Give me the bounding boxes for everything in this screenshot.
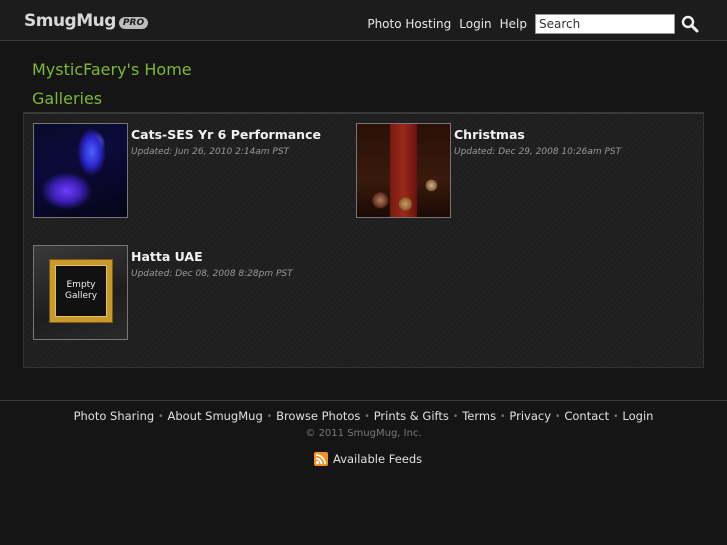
gallery-updated: Updated: Jun 26, 2010 2:14am PST <box>131 147 290 157</box>
gallery-item-hatta[interactable]: Empty Gallery Hatta UAE Updated: Dec 08,… <box>33 245 293 340</box>
logo-pro-badge: PRO <box>118 17 149 29</box>
footer-link-about[interactable]: About SmugMug <box>167 409 262 423</box>
available-feeds-link[interactable]: Available Feeds <box>314 452 422 466</box>
search-icon[interactable] <box>681 15 699 33</box>
gallery-thumbnail[interactable] <box>33 123 128 218</box>
copyright: © 2011 SmugMug, Inc. <box>305 428 422 439</box>
nav-help[interactable]: Help <box>500 17 527 31</box>
footer-link-photo-sharing[interactable]: Photo Sharing <box>74 409 155 423</box>
gallery-item-cats[interactable]: Cats-SES Yr 6 Performance Updated: Jun 2… <box>33 123 321 218</box>
footer-link-login[interactable]: Login <box>622 409 653 423</box>
smugmug-logo[interactable]: SmugMug PRO <box>24 11 149 31</box>
footer-links: Photo Sharing • About SmugMug • Browse Photo… <box>0 409 727 423</box>
search-input[interactable] <box>535 14 675 34</box>
footer-divider <box>0 400 727 401</box>
footer-separator: • <box>158 411 164 422</box>
gallery-title[interactable]: Hatta UAE <box>131 249 293 264</box>
top-nav: Photo Hosting Login Help <box>367 17 527 31</box>
nav-login[interactable]: Login <box>459 17 491 31</box>
owner-home-link[interactable]: MysticFaery's Home <box>32 60 192 79</box>
gallery-thumbnail[interactable] <box>356 123 451 218</box>
logo-text: SmugMug <box>24 11 116 31</box>
empty-gallery-frame: Empty Gallery <box>50 260 112 322</box>
footer-link-terms[interactable]: Terms <box>462 409 496 423</box>
gallery-item-christmas[interactable]: Christmas Updated: Dec 29, 2008 10:26am … <box>356 123 621 218</box>
footer-link-privacy[interactable]: Privacy <box>509 409 551 423</box>
footer-separator: • <box>555 411 561 422</box>
gallery-updated: Updated: Dec 29, 2008 10:26am PST <box>454 147 622 157</box>
gallery-title[interactable]: Cats-SES Yr 6 Performance <box>131 127 321 142</box>
galleries-heading: Galleries <box>32 89 103 108</box>
gallery-updated: Updated: Dec 08, 2008 8:28pm PST <box>131 269 293 279</box>
top-header: SmugMug PRO Photo Hosting Login Help <box>0 0 727 41</box>
footer-link-prints[interactable]: Prints & Gifts <box>374 409 449 423</box>
gallery-thumbnail[interactable]: Empty Gallery <box>33 245 128 340</box>
feeds-label[interactable]: Available Feeds <box>333 452 422 466</box>
gallery-panel: Cats-SES Yr 6 Performance Updated: Jun 2… <box>23 112 704 368</box>
footer-separator: • <box>613 411 619 422</box>
footer-separator: • <box>500 411 506 422</box>
rss-icon <box>314 452 328 466</box>
footer-separator: • <box>266 411 273 422</box>
footer-separator: • <box>364 411 370 422</box>
footer-link-contact[interactable]: Contact <box>564 409 609 423</box>
gallery-title[interactable]: Christmas <box>454 127 621 142</box>
footer-link-browse[interactable]: Browse Photos <box>276 409 360 423</box>
nav-photo-hosting[interactable]: Photo Hosting <box>367 17 451 31</box>
footer-separator: • <box>452 411 459 422</box>
